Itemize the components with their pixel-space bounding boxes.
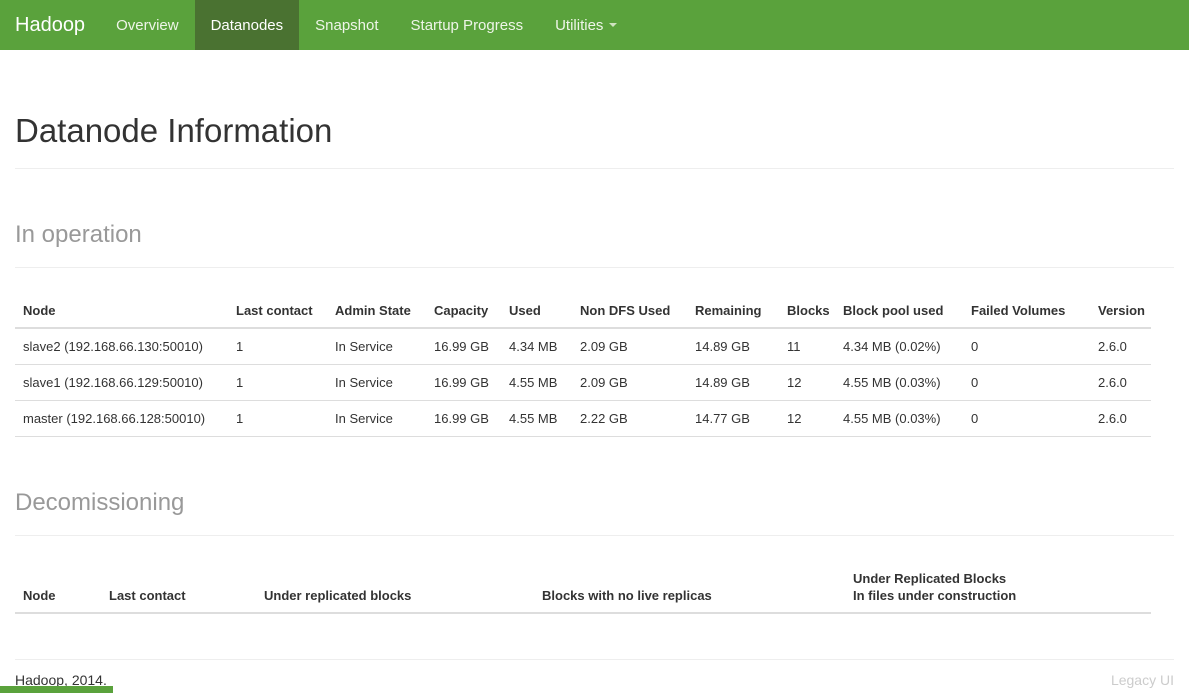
cell-used: 4.55 MB xyxy=(501,365,572,401)
column-header-last-contact: Last contact xyxy=(101,562,256,613)
nav-item-startup-progress[interactable]: Startup Progress xyxy=(395,0,540,50)
cell-non-dfs-used: 2.09 GB xyxy=(572,328,687,365)
cell-failed-volumes: 0 xyxy=(963,365,1090,401)
cell-node: slave2 (192.168.66.130:50010) xyxy=(15,328,228,365)
page-title: Datanode Information xyxy=(15,112,1174,150)
table-header-row: Node Last contact Admin State Capacity U… xyxy=(15,294,1151,328)
cell-blocks: 12 xyxy=(779,365,835,401)
column-header-admin-state: Admin State xyxy=(327,294,426,328)
decommissioning-table: Node Last contact Under replicated block… xyxy=(15,562,1151,614)
cell-block-pool-used: 4.55 MB (0.03%) xyxy=(835,401,963,437)
cell-used: 4.55 MB xyxy=(501,401,572,437)
nav-item-overview[interactable]: Overview xyxy=(100,0,195,50)
cell-block-pool-used: 4.34 MB (0.02%) xyxy=(835,328,963,365)
nav-item-utilities-label: Utilities xyxy=(555,17,603,34)
cell-version: 2.6.0 xyxy=(1090,401,1151,437)
top-navbar: Hadoop Overview Datanodes Snapshot Start… xyxy=(0,0,1189,50)
footer: Hadoop, 2014. Legacy UI xyxy=(15,660,1174,694)
cell-last-contact: 1 xyxy=(228,365,327,401)
table-row: slave2 (192.168.66.130:50010) 1 In Servi… xyxy=(15,328,1151,365)
cell-capacity: 16.99 GB xyxy=(426,365,501,401)
column-header-blocks-no-live-replicas: Blocks with no live replicas xyxy=(534,562,845,613)
column-header-node: Node xyxy=(15,294,228,328)
nav-item-datanodes[interactable]: Datanodes xyxy=(195,0,300,50)
cell-capacity: 16.99 GB xyxy=(426,401,501,437)
section-heading-in-operation: In operation xyxy=(15,221,1174,249)
column-header-under-replicated-construction: Under Replicated Blocks In files under c… xyxy=(845,562,1151,613)
table-row: master (192.168.66.128:50010) 1 In Servi… xyxy=(15,401,1151,437)
caret-down-icon xyxy=(609,23,617,27)
cell-blocks: 12 xyxy=(779,401,835,437)
cell-last-contact: 1 xyxy=(228,328,327,365)
bottom-left-green-strip xyxy=(0,686,113,693)
column-header-block-pool-used: Block pool used xyxy=(835,294,963,328)
table-header-row: Node Last contact Under replicated block… xyxy=(15,562,1151,613)
title-divider xyxy=(15,168,1174,169)
cell-version: 2.6.0 xyxy=(1090,365,1151,401)
column-header-version: Version xyxy=(1090,294,1151,328)
column-header-last-contact: Last contact xyxy=(228,294,327,328)
cell-remaining: 14.77 GB xyxy=(687,401,779,437)
cell-admin-state: In Service xyxy=(327,365,426,401)
table-row: slave1 (192.168.66.129:50010) 1 In Servi… xyxy=(15,365,1151,401)
cell-capacity: 16.99 GB xyxy=(426,328,501,365)
cell-failed-volumes: 0 xyxy=(963,401,1090,437)
legacy-ui-link[interactable]: Legacy UI xyxy=(1111,672,1174,688)
decommissioning-divider xyxy=(15,535,1174,536)
column-header-non-dfs-used: Non DFS Used xyxy=(572,294,687,328)
in-operation-table: Node Last contact Admin State Capacity U… xyxy=(15,294,1151,437)
cell-block-pool-used: 4.55 MB (0.03%) xyxy=(835,365,963,401)
header-line1: Under Replicated Blocks xyxy=(853,571,1006,586)
column-header-capacity: Capacity xyxy=(426,294,501,328)
cell-non-dfs-used: 2.09 GB xyxy=(572,365,687,401)
cell-remaining: 14.89 GB xyxy=(687,365,779,401)
cell-non-dfs-used: 2.22 GB xyxy=(572,401,687,437)
column-header-failed-volumes: Failed Volumes xyxy=(963,294,1090,328)
cell-used: 4.34 MB xyxy=(501,328,572,365)
nav-item-utilities[interactable]: Utilities xyxy=(539,0,633,50)
cell-node: slave1 (192.168.66.129:50010) xyxy=(15,365,228,401)
header-line2: In files under construction xyxy=(853,588,1016,603)
cell-remaining: 14.89 GB xyxy=(687,328,779,365)
column-header-node: Node xyxy=(15,562,101,613)
in-operation-divider xyxy=(15,267,1174,268)
column-header-blocks: Blocks xyxy=(779,294,835,328)
cell-admin-state: In Service xyxy=(327,401,426,437)
cell-last-contact: 1 xyxy=(228,401,327,437)
cell-blocks: 11 xyxy=(779,328,835,365)
cell-node: master (192.168.66.128:50010) xyxy=(15,401,228,437)
cell-version: 2.6.0 xyxy=(1090,328,1151,365)
brand-hadoop[interactable]: Hadoop xyxy=(0,0,100,50)
cell-admin-state: In Service xyxy=(327,328,426,365)
cell-failed-volumes: 0 xyxy=(963,328,1090,365)
nav-item-snapshot[interactable]: Snapshot xyxy=(299,0,394,50)
column-header-under-replicated-blocks: Under replicated blocks xyxy=(256,562,534,613)
column-header-used: Used xyxy=(501,294,572,328)
section-heading-decommissioning: Decomissioning xyxy=(15,489,1174,517)
column-header-remaining: Remaining xyxy=(687,294,779,328)
